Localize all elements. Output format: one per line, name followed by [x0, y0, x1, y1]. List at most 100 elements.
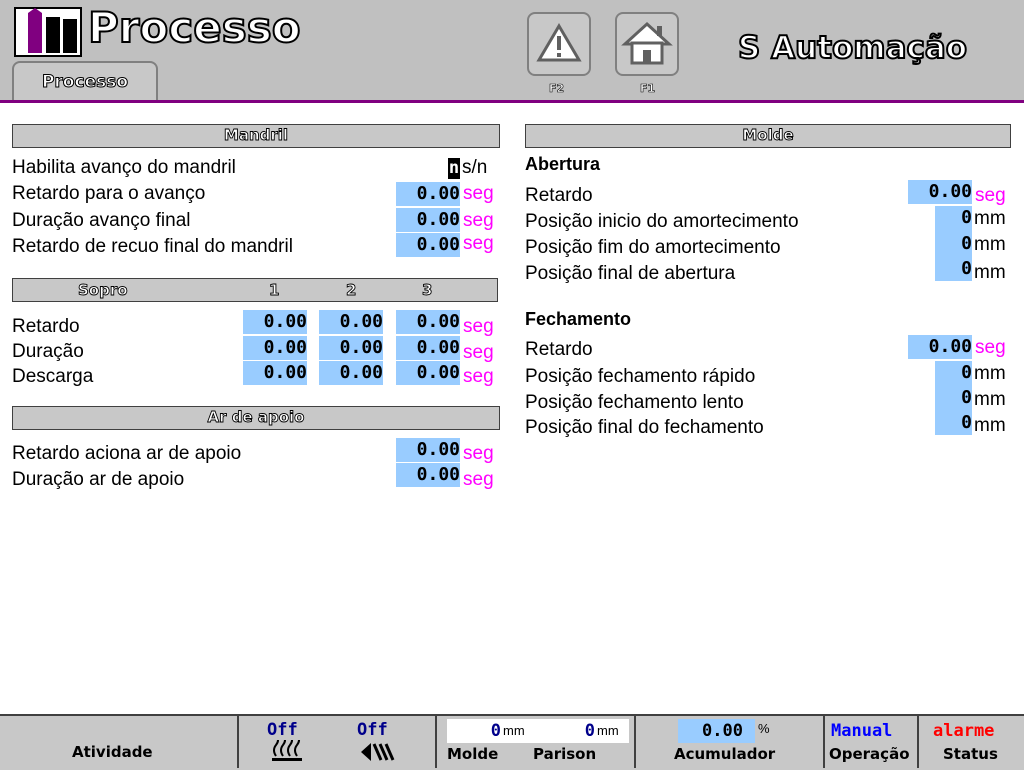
mandril-duracao-unit: seg — [463, 210, 494, 231]
parison-position-value: 0 — [584, 721, 595, 741]
status-alarm-value: alarme — [933, 721, 995, 741]
sopro-col-3: 3 — [422, 281, 433, 300]
sopro-col-2: 2 — [346, 281, 357, 300]
parison-position-unit: mm — [597, 723, 619, 738]
fechamento-final-label: Posição final do fechamento — [525, 417, 764, 438]
ar-retardo-label: Retardo aciona ar de apoio — [12, 443, 242, 464]
sopro-col-1: 1 — [269, 281, 280, 300]
sopro-descarga-3[interactable]: 0.00 — [396, 361, 460, 385]
acumulador-unit: % — [758, 721, 770, 736]
status-label: Status — [943, 745, 998, 763]
fechamento-retardo-label: Retardo — [525, 339, 593, 360]
fechamento-retardo-unit: seg — [975, 337, 1006, 358]
mandril-duracao-label: Duração avanço final — [12, 210, 191, 231]
off-toggle-1-label: Off — [267, 720, 298, 740]
abertura-pos-final-input[interactable]: 0 — [935, 257, 972, 281]
mandril-recuo-label: Retardo de recuo final do mandril — [12, 236, 293, 257]
ar-apoio-title: Ar de apoio — [207, 408, 305, 427]
page-title: Processo — [87, 2, 302, 53]
parison-position-label: Parison — [533, 745, 597, 763]
molde-title: Molde — [742, 126, 794, 145]
sopro-duracao-label: Duração — [12, 341, 84, 362]
operacao-label: Operação — [829, 745, 910, 763]
molde-position-label: Molde — [447, 745, 499, 763]
heater-icon[interactable] — [270, 735, 304, 762]
acumulador-value: 0.00 — [702, 721, 743, 741]
fechamento-final-unit: mm — [974, 415, 1006, 436]
logo-icon — [14, 7, 82, 57]
ar-retardo-unit: seg — [463, 443, 494, 464]
mandril-retardo-unit: seg — [463, 183, 494, 204]
footer-position-cell: 0 mm Molde 0 mm Parison — [437, 716, 636, 768]
fechamento-rapido-input[interactable]: 0 — [935, 361, 972, 385]
abertura-retardo-input[interactable]: 0.00 — [908, 180, 972, 204]
f2-alarm-button[interactable] — [527, 12, 591, 76]
fechamento-lento-unit: mm — [974, 389, 1006, 410]
f1-home-button[interactable] — [615, 12, 679, 76]
f1-label: F1 — [640, 82, 656, 96]
sopro-title: Sopro — [78, 281, 128, 300]
sopro-retardo-unit: seg — [463, 316, 494, 337]
ar-duracao-unit: seg — [463, 469, 494, 490]
ar-retardo-input[interactable]: 0.00 — [396, 438, 460, 462]
abertura-pos-fim-label: Posição fim do amortecimento — [525, 237, 781, 258]
abertura-pos-final-unit: mm — [974, 262, 1006, 283]
mandril-recuo-unit: seg — [463, 233, 494, 254]
sopro-duracao-unit: seg — [463, 342, 494, 363]
fechamento-lento-input[interactable]: 0 — [935, 386, 972, 410]
acumulador-label: Acumulador — [674, 745, 776, 763]
spray-icon[interactable] — [359, 740, 395, 762]
abertura-retardo-label: Retardo — [525, 185, 593, 206]
operacao-mode-value: Manual — [831, 721, 893, 741]
tab-processo-label: Processo — [41, 71, 129, 92]
sopro-duracao-3[interactable]: 0.00 — [396, 336, 460, 360]
warning-icon — [536, 23, 582, 62]
mandril-retardo-input[interactable]: 0.00 — [396, 182, 460, 206]
abertura-pos-fim-unit: mm — [974, 234, 1006, 255]
tab-processo[interactable]: Processo — [12, 61, 158, 100]
footer-operacao-cell[interactable]: Manual Operação — [825, 716, 919, 768]
fechamento-heading: Fechamento — [525, 309, 632, 329]
mandril-duracao-input[interactable]: 0.00 — [396, 208, 460, 232]
abertura-pos-inicio-unit: mm — [974, 208, 1006, 229]
sopro-descarga-2[interactable]: 0.00 — [319, 361, 383, 385]
abertura-heading: Abertura — [525, 154, 601, 174]
abertura-pos-inicio-input[interactable]: 0 — [935, 206, 972, 230]
abertura-pos-fim-input[interactable]: 0 — [935, 232, 972, 256]
footer-toggles-cell: Off Off — [239, 716, 437, 768]
mandril-title: Mandril — [223, 126, 289, 145]
sopro-duracao-1[interactable]: 0.00 — [243, 336, 307, 360]
ar-duracao-label: Duração ar de apoio — [12, 469, 185, 490]
sopro-descarga-unit: seg — [463, 366, 494, 387]
footer-status-cell[interactable]: alarme Status — [919, 716, 1024, 768]
fechamento-rapido-label: Posição fechamento rápido — [525, 366, 756, 387]
fechamento-retardo-input[interactable]: 0.00 — [908, 335, 972, 359]
sopro-retardo-label: Retardo — [12, 316, 80, 337]
footer-atividade-cell[interactable]: Atividade — [0, 716, 239, 768]
fechamento-rapido-unit: mm — [974, 363, 1006, 384]
sopro-descarga-1[interactable]: 0.00 — [243, 361, 307, 385]
sopro-duracao-2[interactable]: 0.00 — [319, 336, 383, 360]
footer-acumulador-cell: 0.00 % Acumulador — [636, 716, 825, 768]
sopro-retardo-1[interactable]: 0.00 — [243, 310, 307, 334]
ar-duracao-input[interactable]: 0.00 — [396, 463, 460, 487]
home-icon — [621, 21, 673, 65]
sopro-descarga-label: Descarga — [12, 366, 94, 387]
fechamento-final-input[interactable]: 0 — [935, 411, 972, 435]
abertura-pos-final-label: Posição final de abertura — [525, 263, 736, 284]
abertura-retardo-unit: seg — [975, 185, 1006, 206]
habilita-unit: s/n — [462, 157, 488, 178]
habilita-input[interactable]: n — [448, 158, 460, 179]
molde-position-unit: mm — [503, 723, 525, 738]
habilita-label: Habilita avanço do mandril — [12, 157, 236, 178]
abertura-pos-inicio-label: Posição inicio do amortecimento — [525, 211, 799, 232]
mandril-recuo-input[interactable]: 0.00 — [396, 233, 460, 257]
footer-atividade-label: Atividade — [72, 743, 153, 761]
brand-name: S Automação — [737, 29, 968, 67]
fechamento-lento-label: Posição fechamento lento — [525, 392, 744, 413]
off-toggle-2-label: Off — [357, 720, 388, 740]
mandril-retardo-label: Retardo para o avanço — [12, 183, 206, 204]
sopro-retardo-3[interactable]: 0.00 — [396, 310, 460, 334]
sopro-retardo-2[interactable]: 0.00 — [319, 310, 383, 334]
f2-label: F2 — [549, 82, 565, 96]
